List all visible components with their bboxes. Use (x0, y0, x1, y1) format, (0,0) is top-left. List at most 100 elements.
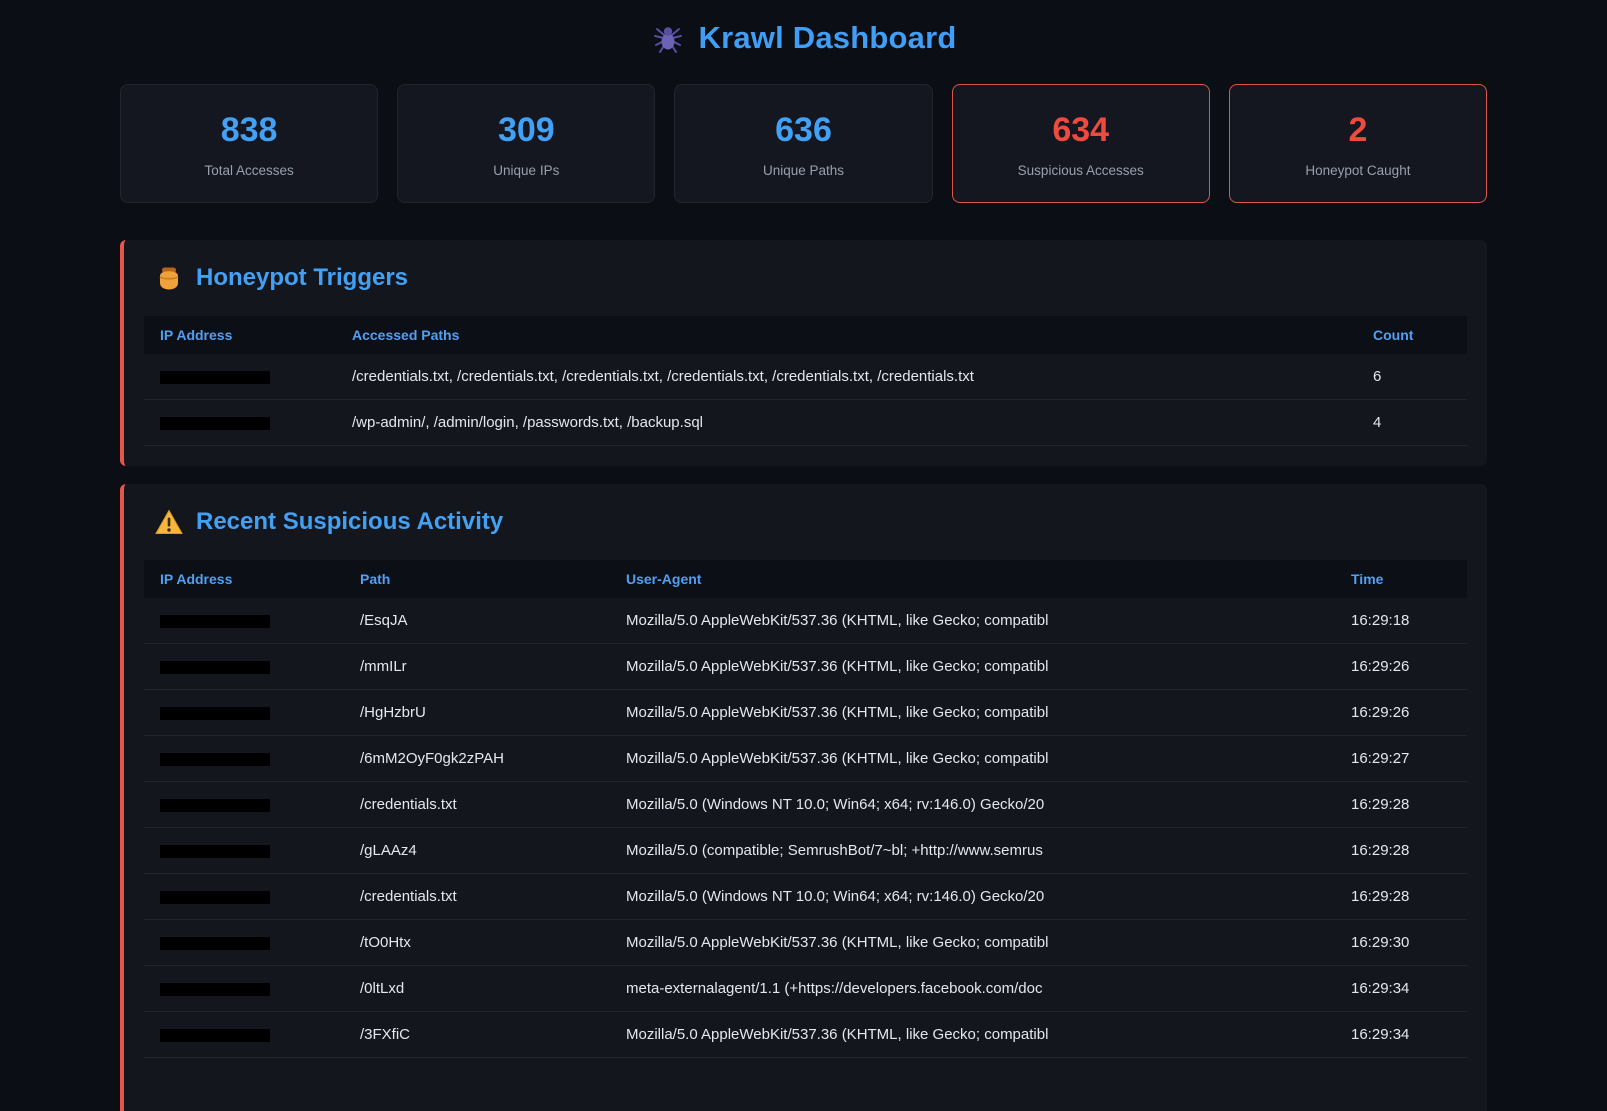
ip-cell (144, 874, 344, 920)
path-cell: /credentials.txt (344, 874, 610, 920)
table-row: /EsqJAMozilla/5.0 AppleWebKit/537.36 (KH… (144, 598, 1467, 644)
redacted-ip (160, 799, 270, 812)
suspicious-table-header-row: IP Address Path User-Agent Time (144, 560, 1467, 598)
count-cell: 4 (1357, 400, 1467, 446)
table-row: /tO0HtxMozilla/5.0 AppleWebKit/537.36 (K… (144, 920, 1467, 966)
ip-cell (144, 782, 344, 828)
stat-card-honeypot-caught: 2 Honeypot Caught (1229, 84, 1487, 203)
column-header-count: Count (1357, 316, 1467, 354)
table-row: /credentials.txt, /credentials.txt, /cre… (144, 354, 1467, 400)
table-row: /wp-admin/, /admin/login, /passwords.txt… (144, 400, 1467, 446)
ip-cell (144, 598, 344, 644)
column-header-ip-address: IP Address (144, 560, 344, 598)
spider-icon (651, 21, 685, 55)
path-cell: /credentials.txt (344, 782, 610, 828)
suspicious-panel-header: Recent Suspicious Activity (144, 508, 1467, 536)
redacted-ip (160, 615, 270, 628)
stats-row: 838 Total Accesses 309 Unique IPs 636 Unique … (120, 84, 1487, 203)
stat-value: 636 (685, 111, 921, 150)
stat-label: Unique IPs (408, 163, 644, 178)
path-cell: /mmILr (344, 644, 610, 690)
redacted-ip (160, 983, 270, 996)
suspicious-activity-panel: Recent Suspicious Activity IP Address Pa… (120, 484, 1487, 1111)
redacted-ip (160, 1029, 270, 1042)
redacted-ip (160, 891, 270, 904)
suspicious-table-body: /EsqJAMozilla/5.0 AppleWebKit/537.36 (KH… (144, 598, 1467, 1058)
stat-label: Suspicious Accesses (963, 163, 1199, 178)
honeypot-table: IP Address Accessed Paths Count /credent… (144, 316, 1467, 446)
time-cell: 16:29:27 (1335, 736, 1467, 782)
user-agent-cell: Mozilla/5.0 AppleWebKit/537.36 (KHTML, l… (610, 1012, 1335, 1058)
honeypot-panel-header: Honeypot Triggers (144, 264, 1467, 292)
redacted-ip (160, 417, 270, 430)
suspicious-table: IP Address Path User-Agent Time /EsqJAMo… (144, 560, 1467, 1058)
user-agent-cell: Mozilla/5.0 (Windows NT 10.0; Win64; x64… (610, 782, 1335, 828)
ip-cell (144, 644, 344, 690)
dashboard-page: Krawl Dashboard 838 Total Accesses 309 Uniq… (120, 0, 1487, 1111)
honeypot-table-body: /credentials.txt, /credentials.txt, /cre… (144, 354, 1467, 446)
table-row: /3FXfiCMozilla/5.0 AppleWebKit/537.36 (K… (144, 1012, 1467, 1058)
column-header-ip-address: IP Address (144, 316, 336, 354)
table-row: /mmILrMozilla/5.0 AppleWebKit/537.36 (KH… (144, 644, 1467, 690)
stat-value: 2 (1240, 111, 1476, 150)
ip-cell (144, 690, 344, 736)
user-agent-cell: meta-externalagent/1.1 (+https://develop… (610, 966, 1335, 1012)
column-header-path: Path (344, 560, 610, 598)
time-cell: 16:29:30 (1335, 920, 1467, 966)
honeypot-icon (155, 264, 183, 292)
table-row: /0ltLxdmeta-externalagent/1.1 (+https://… (144, 966, 1467, 1012)
user-agent-cell: Mozilla/5.0 (compatible; SemrushBot/7~bl… (610, 828, 1335, 874)
user-agent-cell: Mozilla/5.0 AppleWebKit/537.36 (KHTML, l… (610, 598, 1335, 644)
accessed-paths-cell: /credentials.txt, /credentials.txt, /cre… (336, 354, 1357, 400)
stat-card-total-accesses: 838 Total Accesses (120, 84, 378, 203)
table-row: /6mM2OyF0gk2zPAHMozilla/5.0 AppleWebKit/… (144, 736, 1467, 782)
redacted-ip (160, 707, 270, 720)
honeypot-section-title: Honeypot Triggers (196, 264, 408, 292)
path-cell: /HgHzbrU (344, 690, 610, 736)
time-cell: 16:29:28 (1335, 874, 1467, 920)
page-title: Krawl Dashboard (699, 20, 957, 56)
path-cell: /gLAAz4 (344, 828, 610, 874)
stat-label: Unique Paths (685, 163, 921, 178)
count-cell: 6 (1357, 354, 1467, 400)
table-row: /HgHzbrUMozilla/5.0 AppleWebKit/537.36 (… (144, 690, 1467, 736)
accessed-paths-cell: /wp-admin/, /admin/login, /passwords.txt… (336, 400, 1357, 446)
table-row: /credentials.txtMozilla/5.0 (Windows NT … (144, 874, 1467, 920)
user-agent-cell: Mozilla/5.0 AppleWebKit/537.36 (KHTML, l… (610, 690, 1335, 736)
warning-icon (155, 509, 183, 535)
stat-label: Total Accesses (131, 163, 367, 178)
user-agent-cell: Mozilla/5.0 AppleWebKit/537.36 (KHTML, l… (610, 644, 1335, 690)
column-header-user-agent: User-Agent (610, 560, 1335, 598)
stat-value: 634 (963, 111, 1199, 150)
time-cell: 16:29:34 (1335, 1012, 1467, 1058)
suspicious-section-title: Recent Suspicious Activity (196, 508, 503, 536)
time-cell: 16:29:26 (1335, 644, 1467, 690)
stat-card-unique-paths: 636 Unique Paths (674, 84, 932, 203)
ip-cell (144, 400, 336, 446)
ip-cell (144, 920, 344, 966)
page-header: Krawl Dashboard (120, 14, 1487, 84)
stat-card-suspicious-accesses: 634 Suspicious Accesses (952, 84, 1210, 203)
column-header-accessed-paths: Accessed Paths (336, 316, 1357, 354)
table-row: /gLAAz4Mozilla/5.0 (compatible; SemrushB… (144, 828, 1467, 874)
time-cell: 16:29:28 (1335, 828, 1467, 874)
stat-value: 838 (131, 111, 367, 150)
ip-cell (144, 966, 344, 1012)
path-cell: /6mM2OyF0gk2zPAH (344, 736, 610, 782)
path-cell: /EsqJA (344, 598, 610, 644)
path-cell: /0ltLxd (344, 966, 610, 1012)
column-header-time: Time (1335, 560, 1467, 598)
ip-cell (144, 354, 336, 400)
time-cell: 16:29:28 (1335, 782, 1467, 828)
redacted-ip (160, 937, 270, 950)
time-cell: 16:29:18 (1335, 598, 1467, 644)
redacted-ip (160, 371, 270, 384)
user-agent-cell: Mozilla/5.0 AppleWebKit/537.36 (KHTML, l… (610, 920, 1335, 966)
redacted-ip (160, 845, 270, 858)
ip-cell (144, 1012, 344, 1058)
redacted-ip (160, 661, 270, 674)
stat-label: Honeypot Caught (1240, 163, 1476, 178)
user-agent-cell: Mozilla/5.0 (Windows NT 10.0; Win64; x64… (610, 874, 1335, 920)
ip-cell (144, 828, 344, 874)
stat-value: 309 (408, 111, 644, 150)
